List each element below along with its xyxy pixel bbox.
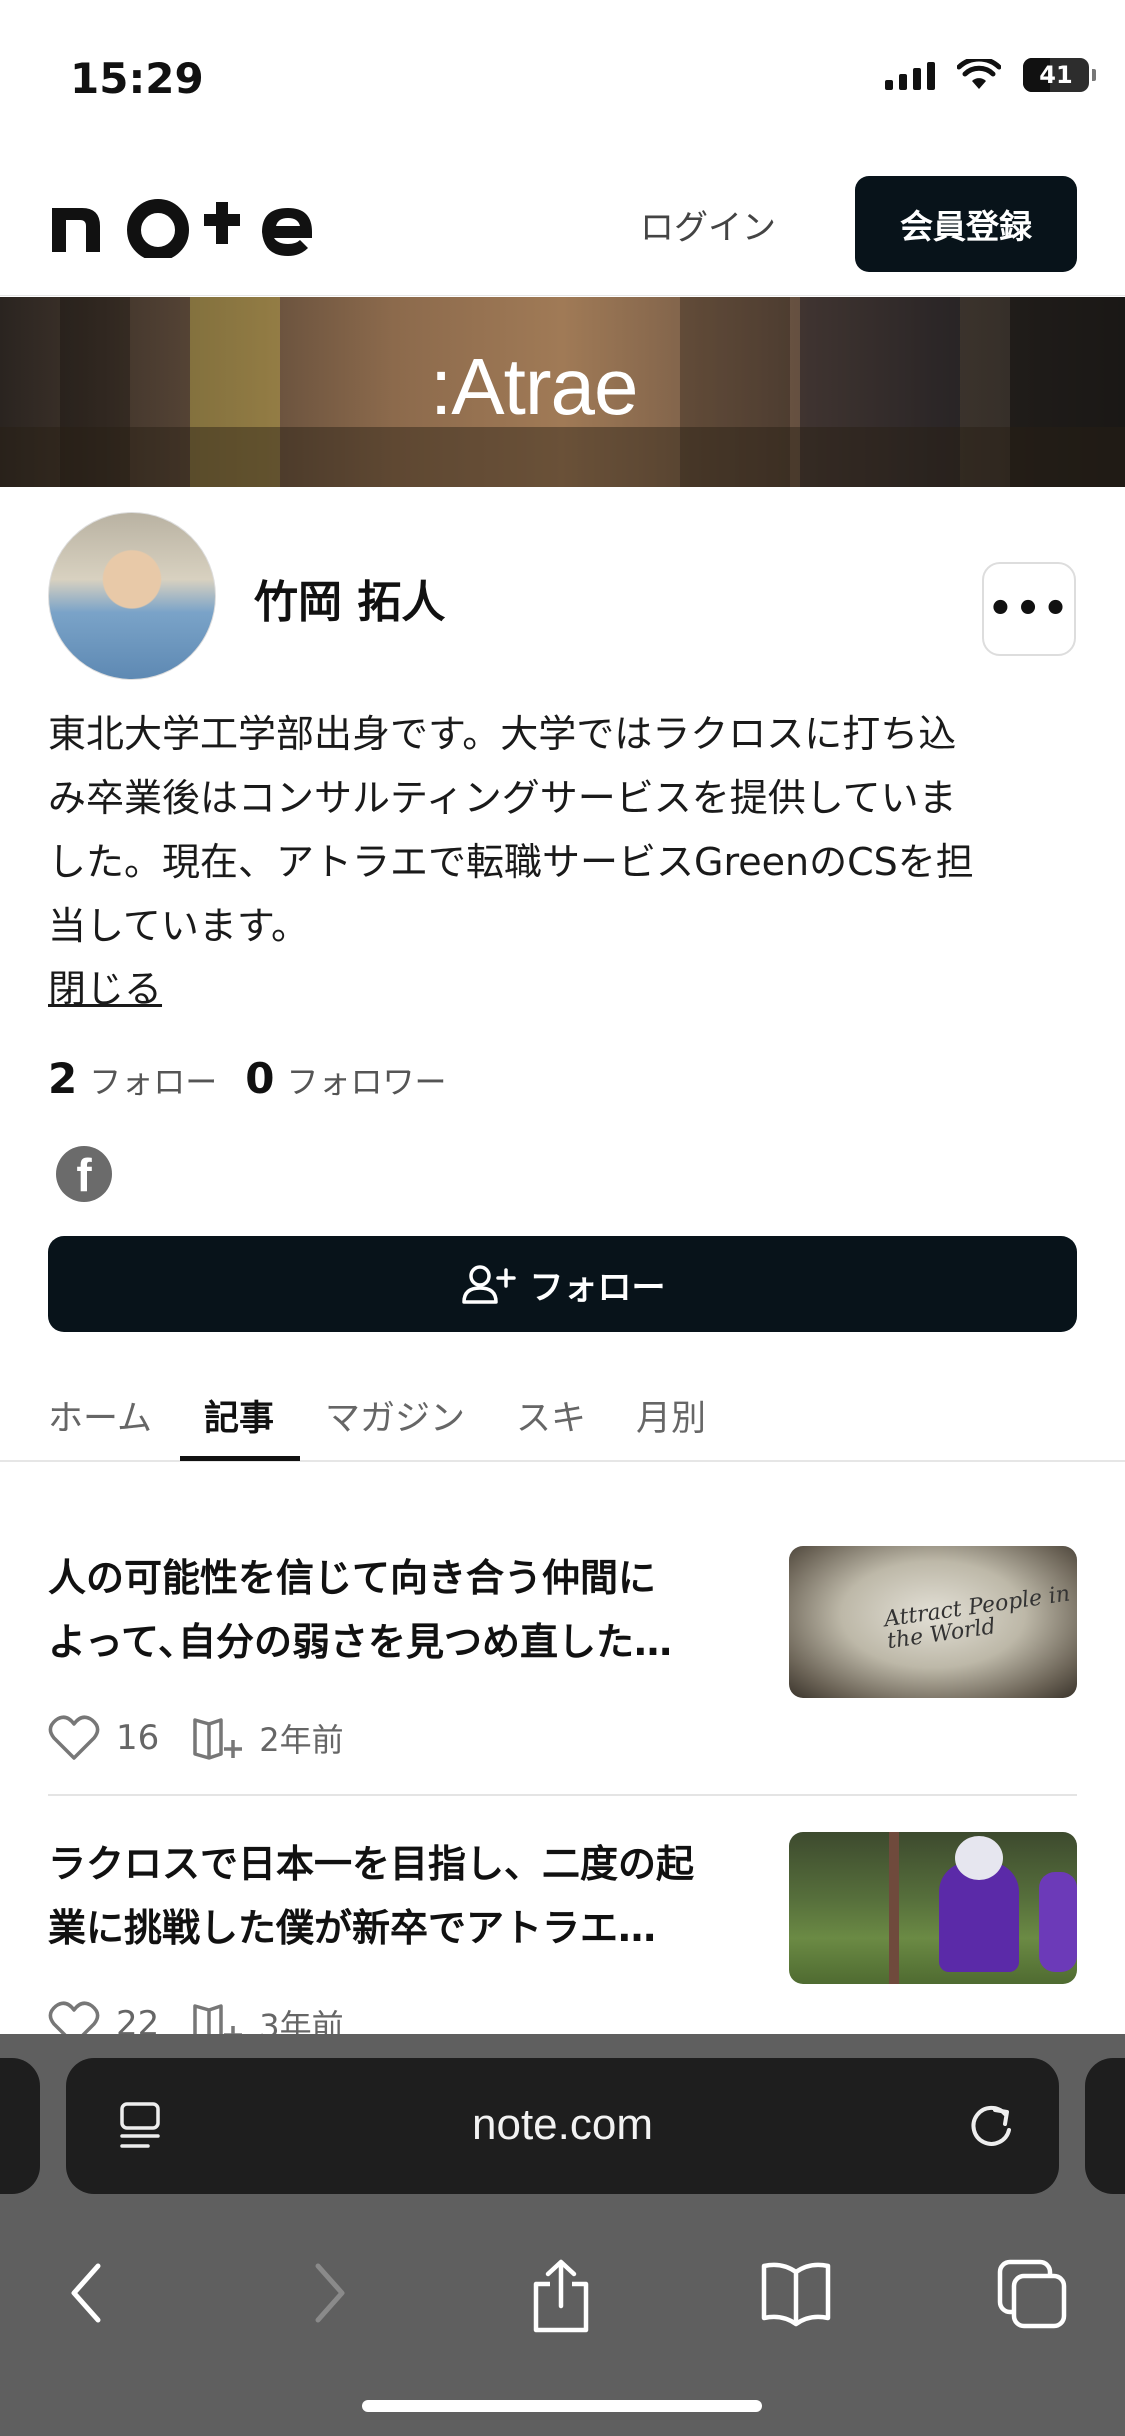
- tab-articles[interactable]: 記事: [204, 1390, 274, 1441]
- bookmarks-icon[interactable]: [758, 2258, 834, 2328]
- tab-monthly[interactable]: 月別: [636, 1390, 706, 1441]
- article-title-line: 業に挑戦した僕が新卒でアトラエ…: [48, 1906, 657, 1950]
- back-icon[interactable]: [62, 2258, 112, 2328]
- bio-line: 当しています。: [48, 904, 310, 948]
- follow-button-label: フォロー: [529, 1267, 666, 1308]
- banner-brand-text: :Atrae: [430, 342, 638, 431]
- bio-line: み卒業後はコンサルティングサービスを提供していま: [48, 776, 957, 820]
- tab-likes[interactable]: スキ: [516, 1390, 586, 1441]
- status-time: 15:29: [70, 54, 204, 103]
- heart-icon[interactable]: [48, 1714, 100, 1762]
- bio-line: 東北大学工学部出身です。大学ではラクロスに打ち込: [48, 712, 957, 756]
- like-count: 16: [116, 1718, 160, 1758]
- followers-link[interactable]: 0 フォロワー: [245, 1054, 446, 1103]
- battery-icon: 41: [1023, 58, 1096, 92]
- article-card[interactable]: ラクロスで日本一を目指し、二度の起 業に挑戦した僕が新卒でアトラエ… 22 3年…: [48, 1832, 1077, 2046]
- wifi-icon: [957, 59, 1001, 89]
- follow-counts: 2 フォロー 0 フォロワー: [48, 1054, 447, 1103]
- tabs-icon[interactable]: [996, 2258, 1068, 2330]
- note-logo-mark: [52, 199, 312, 261]
- more-icon: •••: [987, 586, 1071, 632]
- article-card[interactable]: 人の可能性を信じて向き合う仲間に よって､自分の弱さを見つめ直した… Attra…: [48, 1546, 1077, 1766]
- avatar[interactable]: [48, 512, 216, 680]
- followers-count: 0: [245, 1054, 275, 1103]
- more-options-button[interactable]: •••: [982, 562, 1076, 656]
- article-title[interactable]: 人の可能性を信じて向き合う仲間に よって､自分の弱さを見つめ直した…: [48, 1546, 748, 1674]
- active-tab-indicator: [180, 1456, 300, 1461]
- cellular-signal-icon: [885, 60, 935, 90]
- reload-icon[interactable]: [965, 2100, 1017, 2152]
- article-title-line: 人の可能性を信じて向き合う仲間に: [48, 1556, 657, 1600]
- share-icon[interactable]: [528, 2258, 594, 2334]
- followers-label: フォロワー: [286, 1063, 447, 1101]
- article-divider: [48, 1794, 1077, 1796]
- note-logo[interactable]: [48, 188, 348, 262]
- previous-tab-preview[interactable]: [0, 2058, 40, 2194]
- add-to-magazine-icon[interactable]: [191, 1714, 247, 1762]
- add-user-icon: [461, 1265, 516, 1304]
- article-meta: 16 2年前: [48, 1714, 344, 1762]
- login-button[interactable]: ログイン: [640, 200, 776, 249]
- forward-icon[interactable]: [304, 2258, 354, 2328]
- profile-bio: 東北大学工学部出身です。大学ではラクロスに打ち込 み卒業後はコンサルティングサー…: [48, 702, 1088, 958]
- article-thumbnail[interactable]: [789, 1832, 1077, 1984]
- profile-name: 竹岡 拓人: [254, 577, 446, 628]
- following-link[interactable]: 2 フォロー: [48, 1054, 217, 1103]
- facebook-icon[interactable]: f: [56, 1146, 112, 1202]
- article-thumbnail[interactable]: Attract People in the World: [789, 1546, 1077, 1698]
- bio-line: した。現在、アトラエで転職サービスGreenのCSを担: [48, 840, 974, 884]
- home-indicator[interactable]: [362, 2400, 762, 2412]
- browser-bottom-bar: note.com: [0, 2034, 1125, 2436]
- tab-home[interactable]: ホーム: [48, 1390, 152, 1441]
- close-bio-link[interactable]: 閉じる: [48, 958, 162, 1013]
- status-icons: 41: [885, 58, 1096, 92]
- battery-level: 41: [1039, 61, 1073, 89]
- article-title-line: よって､自分の弱さを見つめ直した…: [48, 1620, 672, 1664]
- profile-header-image: :Atrae: [0, 297, 1125, 487]
- article-date: 2年前: [259, 1721, 344, 1759]
- following-count: 2: [48, 1054, 78, 1103]
- next-tab-preview[interactable]: [1085, 2058, 1125, 2194]
- follow-button[interactable]: フォロー: [48, 1236, 1077, 1332]
- site-header: ログイン 会員登録: [0, 150, 1125, 296]
- url-text: note.com: [472, 2100, 653, 2149]
- thumbnail-text: Attract People in the World: [882, 1581, 1072, 1655]
- following-label: フォロー: [89, 1063, 218, 1101]
- address-bar[interactable]: note.com: [66, 2058, 1059, 2194]
- tab-magazines[interactable]: マガジン: [325, 1390, 465, 1441]
- profile-tabs: ホーム 記事 マガジン スキ 月別: [0, 1372, 1125, 1462]
- article-title[interactable]: ラクロスで日本一を目指し、二度の起 業に挑戦した僕が新卒でアトラエ…: [48, 1832, 748, 1960]
- status-bar: 15:29 41: [0, 0, 1125, 150]
- signup-button[interactable]: 会員登録: [855, 176, 1077, 272]
- article-title-line: ラクロスで日本一を目指し、二度の起: [48, 1842, 695, 1886]
